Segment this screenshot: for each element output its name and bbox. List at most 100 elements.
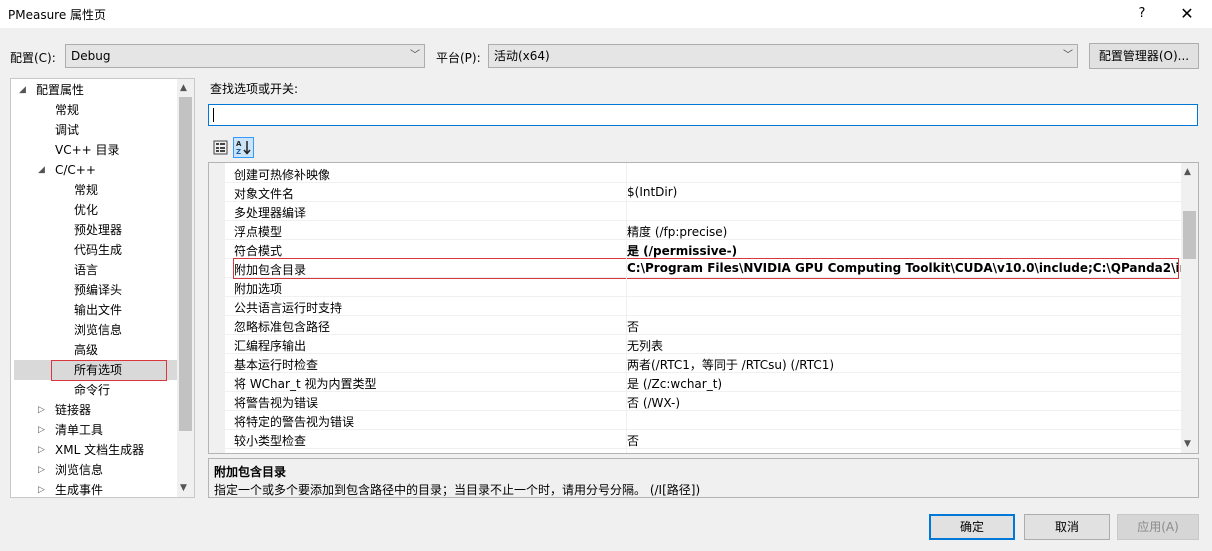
categorized-view-button[interactable] <box>210 137 231 158</box>
property-row[interactable]: 较小类型检查 否 <box>209 430 1183 449</box>
tree-item[interactable]: XML 文档生成器 <box>55 440 144 460</box>
grid-scrollbar[interactable]: ▲ ▼ <box>1181 163 1198 453</box>
tree-item[interactable]: 高级 <box>74 340 98 360</box>
tree-item[interactable]: 调试 <box>55 120 79 140</box>
property-row[interactable]: 符合模式 是 (/permissive-) <box>209 240 1183 259</box>
scroll-up-icon[interactable]: ▲ <box>180 83 187 93</box>
chevron-down-icon: ﹀ <box>410 50 420 61</box>
scroll-up-icon[interactable]: ▲ <box>1184 167 1191 177</box>
window-title: PMeasure 属性页 <box>8 8 107 22</box>
property-value[interactable]: 两者(/RTC1，等同于 /RTCsu) (/RTC1) <box>627 356 834 373</box>
property-row[interactable]: 将警告视为错误 否 (/WX-) <box>209 392 1183 411</box>
property-grid[interactable]: 创建可热修补映像 对象文件名 $(IntDir) 多处理器编译浮点模型 精度 (/fp:… <box>208 162 1199 454</box>
property-name: 禁用语言扩展 <box>234 451 306 453</box>
property-name: 附加选项 <box>234 282 283 296</box>
property-row[interactable]: 将特定的警告视为错误 <box>209 411 1183 430</box>
scroll-down-icon[interactable]: ▼ <box>1184 439 1191 449</box>
property-row[interactable]: 忽略标准包含路径 否 <box>209 316 1183 335</box>
expand-arrow-icon[interactable]: ▷ <box>38 405 45 415</box>
property-row[interactable]: 多处理器编译 <box>209 202 1183 221</box>
category-tree[interactable]: ◢ 配置属性 常规 调试 VC++ 目录 ◢ C/C++ 常规 优化 预处理器 代码生成 语言 预编译头… <box>10 78 195 498</box>
property-name: 创建可热修补映像 <box>234 168 331 182</box>
tree-scrollbar[interactable]: ▲ ▼ <box>177 79 194 497</box>
tree-item[interactable]: 常规 <box>74 180 98 200</box>
platform-dropdown[interactable]: 活动(x64) ﹀ <box>488 44 1078 68</box>
property-value[interactable]: 否 <box>627 432 639 449</box>
tree-item[interactable]: 清单工具 <box>55 420 103 440</box>
tree-item[interactable]: 浏览信息 <box>74 320 122 340</box>
config-label: 配置(C): <box>10 51 56 65</box>
tree-item[interactable]: 预编译头 <box>74 280 122 300</box>
property-value[interactable]: 否 <box>627 451 639 453</box>
tree-item[interactable]: 浏览信息 <box>55 460 103 480</box>
property-row[interactable]: 浮点模型 精度 (/fp:precise) <box>209 221 1183 240</box>
collapse-arrow-icon[interactable]: ◢ <box>38 165 45 175</box>
tree-scroll-thumb[interactable] <box>179 97 192 431</box>
property-value[interactable]: 否 (/WX-) <box>627 394 680 411</box>
tree-item[interactable]: 命令行 <box>74 380 110 400</box>
help-button[interactable]: ? <box>1132 4 1152 24</box>
svg-text:Z: Z <box>236 148 241 156</box>
expand-arrow-icon[interactable]: ▷ <box>38 445 45 455</box>
property-row[interactable]: 汇编程序输出 无列表 <box>209 335 1183 354</box>
tree-item[interactable]: C/C++ <box>55 160 96 180</box>
property-value[interactable]: 否 <box>627 318 639 335</box>
search-label: 查找选项或开关: <box>210 82 299 96</box>
property-value[interactable]: 无列表 <box>627 337 663 354</box>
apply-button[interactable]: 应用(A) <box>1117 514 1199 540</box>
text-caret <box>213 108 214 122</box>
description-text: 指定一个或多个要添加到包含路径中的目录；当目录不止一个时，请用分号分隔。 (/I… <box>214 483 701 497</box>
ok-button[interactable]: 确定 <box>929 514 1015 540</box>
property-row[interactable]: 公共语言运行时支持 <box>209 297 1183 316</box>
tree-item[interactable]: 输出文件 <box>74 300 122 320</box>
expand-arrow-icon[interactable]: ▷ <box>38 425 45 435</box>
tree-item[interactable]: 常规 <box>55 100 79 120</box>
expand-arrow-icon[interactable]: ▷ <box>38 485 45 495</box>
config-dropdown[interactable]: Debug ﹀ <box>65 44 425 68</box>
property-row[interactable]: 创建可热修补映像 <box>209 164 1183 183</box>
grid-scroll-thumb[interactable] <box>1183 211 1196 259</box>
tree-item[interactable]: 语言 <box>74 260 98 280</box>
column-separator[interactable] <box>626 163 627 453</box>
property-value[interactable]: 精度 (/fp:precise) <box>627 223 727 240</box>
tree-item[interactable]: 优化 <box>74 200 98 220</box>
platform-value: 活动(x64) <box>494 49 550 63</box>
configuration-manager-button[interactable]: 配置管理器(O)... <box>1089 43 1199 69</box>
tree-item[interactable]: 链接器 <box>55 400 91 420</box>
property-row[interactable]: 将 WChar_t 视为内置类型 是 (/Zc:wchar_t) <box>209 373 1183 392</box>
tree-item[interactable]: 生成事件 <box>55 480 103 497</box>
property-name: 公共语言运行时支持 <box>234 301 343 315</box>
close-button[interactable]: ✕ <box>1176 4 1198 24</box>
property-name: 较小类型检查 <box>234 434 307 448</box>
tree-item[interactable]: 代码生成 <box>74 240 122 260</box>
expand-arrow-icon[interactable]: ▷ <box>38 465 45 475</box>
property-name: 忽略标准包含路径 <box>234 320 331 334</box>
selection-highlight-box <box>51 360 167 381</box>
chevron-down-icon: ﹀ <box>1063 50 1073 61</box>
property-highlight-box <box>233 258 1179 279</box>
collapse-arrow-icon[interactable]: ◢ <box>19 85 26 95</box>
property-row[interactable]: 对象文件名 $(IntDir) <box>209 183 1183 202</box>
alphabetical-view-button[interactable]: A Z <box>233 137 254 158</box>
tree-item[interactable]: 预处理器 <box>74 220 122 240</box>
property-name: 符合模式 <box>234 244 283 258</box>
property-row[interactable]: 禁用语言扩展 否 <box>209 449 1183 453</box>
search-input[interactable] <box>208 104 1198 126</box>
svg-text:A: A <box>236 140 242 148</box>
property-name: 基本运行时检查 <box>234 358 319 372</box>
property-value[interactable]: $(IntDir) <box>627 185 677 199</box>
property-name: 将 WChar_t 视为内置类型 <box>234 377 377 391</box>
property-row[interactable]: 基本运行时检查 两者(/RTC1，等同于 /RTCsu) (/RTC1) <box>209 354 1183 373</box>
sort-alphabetical-icon: A Z <box>236 140 251 156</box>
property-value[interactable]: 是 (/Zc:wchar_t) <box>627 375 722 392</box>
platform-label: 平台(P): <box>436 51 481 65</box>
scroll-down-icon[interactable]: ▼ <box>180 483 187 493</box>
tree-item[interactable]: VC++ 目录 <box>55 140 120 160</box>
description-title: 附加包含目录 <box>214 465 287 479</box>
property-name: 浮点模型 <box>234 225 283 239</box>
cancel-button[interactable]: 取消 <box>1024 514 1110 540</box>
property-name: 将特定的警告视为错误 <box>234 415 355 429</box>
property-row[interactable]: 附加选项 <box>209 278 1183 297</box>
tree-item[interactable]: 配置属性 <box>36 80 84 100</box>
property-value[interactable]: 是 (/permissive-) <box>627 242 737 259</box>
